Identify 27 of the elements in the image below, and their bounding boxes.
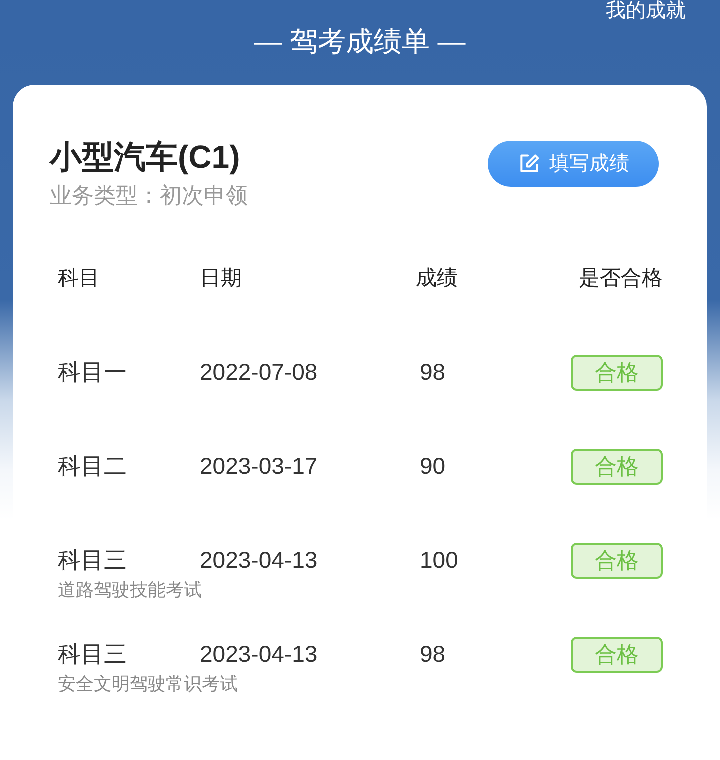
column-header: 成绩 — [416, 266, 459, 292]
score-cell-text: 98 — [419, 640, 447, 670]
exam-note: 安全文明驾驶常识考试 — [58, 672, 238, 694]
achievements-link[interactable]: 我的成就 — [606, 0, 686, 20]
result-badge: 合格 — [571, 542, 663, 578]
column-header: 科目 — [58, 266, 101, 292]
score-cell-text: 100 — [419, 546, 460, 576]
result-badge: 合格 — [571, 354, 663, 390]
vehicle-title: 小型汽车(C1) — [50, 138, 242, 177]
page-title: — 驾考成绩单 — — [254, 26, 466, 58]
result-badge: 合格 — [571, 448, 663, 484]
column-header: 是否合格 — [579, 266, 663, 292]
edit-icon — [518, 153, 540, 175]
result-badge: 合格 — [571, 636, 663, 672]
subject-cell-text: 科目一 — [58, 358, 128, 388]
date-cell-text: 2023-03-17 — [200, 452, 319, 482]
score-cell-text: 98 — [419, 358, 447, 388]
score-cell-text: 90 — [419, 452, 447, 482]
subject-cell-text: 科目三 — [58, 640, 128, 670]
date-cell-text: 2022-07-08 — [200, 358, 319, 388]
date-cell-text: 2023-04-13 — [200, 640, 319, 670]
date-cell-text: 2023-04-13 — [200, 546, 319, 576]
column-header: 日期 — [200, 266, 243, 292]
exam-note: 道路驾驶技能考试 — [58, 578, 202, 600]
business-type: 业务类型：初次申领 — [50, 182, 248, 210]
subject-cell-text: 科目三 — [58, 546, 128, 576]
subject-cell-text: 科目二 — [58, 452, 128, 482]
